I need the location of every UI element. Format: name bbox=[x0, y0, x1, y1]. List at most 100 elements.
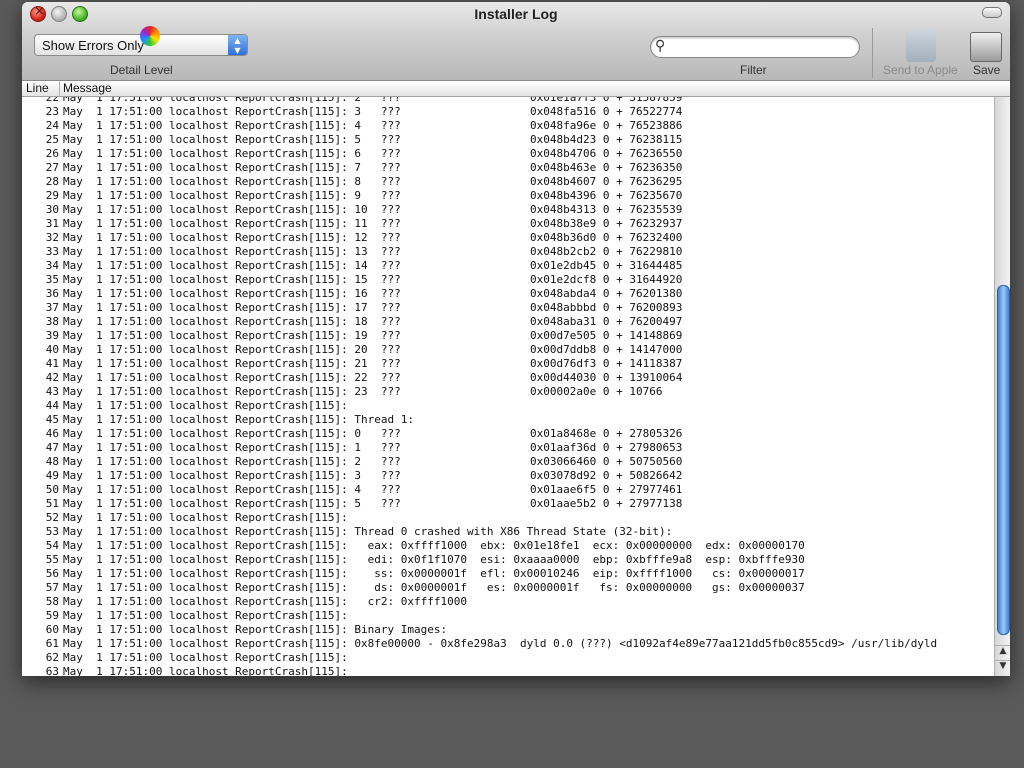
log-message: May 1 17:51:00 localhost ReportCrash[115… bbox=[63, 287, 401, 300]
log-message: May 1 17:51:00 localhost ReportCrash[115… bbox=[63, 581, 805, 594]
log-line-number: 57 bbox=[45, 581, 59, 594]
log-message: May 1 17:51:00 localhost ReportCrash[115… bbox=[63, 623, 448, 636]
log-line-number: 33 bbox=[45, 245, 59, 258]
toolbar-separator bbox=[872, 28, 873, 78]
log-message: May 1 17:51:00 localhost ReportCrash[115… bbox=[63, 203, 401, 216]
log-message: May 1 17:51:00 localhost ReportCrash[115… bbox=[63, 161, 401, 174]
scroll-thumb[interactable] bbox=[997, 285, 1010, 635]
log-address: 0x01aae6f5 0 + 27977461 bbox=[530, 483, 683, 496]
column-line-header[interactable]: Line bbox=[26, 81, 49, 95]
log-line-number: 50 bbox=[45, 483, 59, 496]
log-message: May 1 17:51:00 localhost ReportCrash[115… bbox=[63, 553, 805, 566]
log-message: May 1 17:51:00 localhost ReportCrash[115… bbox=[63, 511, 348, 524]
log-message: May 1 17:51:00 localhost ReportCrash[115… bbox=[63, 385, 401, 398]
log-message: May 1 17:51:00 localhost ReportCrash[115… bbox=[63, 469, 401, 482]
log-line-number: 58 bbox=[45, 595, 59, 608]
log-line-number: 52 bbox=[45, 511, 59, 524]
save-label[interactable]: Save bbox=[973, 63, 1000, 77]
log-address: 0x03066460 0 + 50750560 bbox=[530, 455, 683, 468]
send-to-apple-label[interactable]: Send to Apple bbox=[883, 63, 958, 77]
toolbar: Installer Log Show Errors Only ▲▼ Detail… bbox=[22, 2, 1010, 81]
log-message: May 1 17:51:00 localhost ReportCrash[115… bbox=[63, 329, 401, 342]
log-address: 0x048b36d0 0 + 76232400 bbox=[530, 231, 683, 244]
send-to-apple-icon[interactable] bbox=[906, 30, 936, 62]
filter-search-field[interactable]: ⚲ bbox=[650, 36, 860, 58]
column-header: Line Message bbox=[22, 81, 1010, 97]
log-line-number: 39 bbox=[45, 329, 59, 342]
log-line-number: 26 bbox=[45, 147, 59, 160]
log-line-number: 46 bbox=[45, 427, 59, 440]
log-message: May 1 17:51:00 localhost ReportCrash[115… bbox=[63, 525, 673, 538]
busy-spinner-icon bbox=[140, 26, 160, 46]
log-message: May 1 17:51:00 localhost ReportCrash[115… bbox=[63, 259, 401, 272]
log-address: 0x048fa96e 0 + 76523886 bbox=[530, 119, 683, 132]
log-address: 0x048b4396 0 + 76235670 bbox=[530, 189, 683, 202]
log-message: May 1 17:51:00 localhost ReportCrash[115… bbox=[63, 301, 401, 314]
log-line-number: 32 bbox=[45, 231, 59, 244]
log-line-number: 48 bbox=[45, 455, 59, 468]
log-message: May 1 17:51:00 localhost ReportCrash[115… bbox=[63, 371, 401, 384]
scroll-down-arrow-icon[interactable]: ▼ bbox=[995, 660, 1010, 675]
log-message: May 1 17:51:00 localhost ReportCrash[115… bbox=[63, 315, 401, 328]
log-line-number: 61 bbox=[45, 637, 59, 650]
log-address: 0x00d44030 0 + 13910064 bbox=[530, 371, 683, 384]
log-message: May 1 17:51:00 localhost ReportCrash[115… bbox=[63, 147, 401, 160]
log-address: 0x01e2dcf8 0 + 31644920 bbox=[530, 273, 683, 286]
log-message: May 1 17:51:00 localhost ReportCrash[115… bbox=[63, 441, 401, 454]
log-address: 0x01a8468e 0 + 27805326 bbox=[530, 427, 683, 440]
log-line-number: 24 bbox=[45, 119, 59, 132]
filter-input[interactable] bbox=[673, 39, 855, 56]
log-table[interactable]: 22 May 1 17:51:00 localhost ReportCrash[1… bbox=[22, 97, 994, 676]
log-line-number: 43 bbox=[45, 385, 59, 398]
log-message: May 1 17:51:00 localhost ReportCrash[115… bbox=[63, 119, 401, 132]
log-message: May 1 17:51:00 localhost ReportCrash[115… bbox=[63, 665, 348, 676]
scroll-up-arrow-icon[interactable]: ▲ bbox=[995, 645, 1010, 660]
window-title: Installer Log bbox=[474, 6, 558, 22]
search-icon: ⚲ bbox=[655, 38, 666, 54]
log-line-number: 47 bbox=[45, 441, 59, 454]
log-address: 0x048abda4 0 + 76201380 bbox=[530, 287, 683, 300]
log-address: 0x048b2cb2 0 + 76229810 bbox=[530, 245, 683, 258]
log-address: 0x00d7e505 0 + 14148869 bbox=[530, 329, 683, 342]
log-line-number: 27 bbox=[45, 161, 59, 174]
log-message: May 1 17:51:00 localhost ReportCrash[115… bbox=[63, 217, 401, 230]
log-address: 0x048b463e 0 + 76236350 bbox=[530, 161, 683, 174]
vertical-scrollbar[interactable]: ▲ ▼ bbox=[994, 97, 1010, 676]
log-message: May 1 17:51:00 localhost ReportCrash[115… bbox=[63, 427, 401, 440]
log-address: 0x048b4607 0 + 76236295 bbox=[530, 175, 683, 188]
log-line-number: 54 bbox=[45, 539, 59, 552]
filter-label: Filter bbox=[740, 63, 767, 77]
log-message: May 1 17:51:00 localhost ReportCrash[115… bbox=[63, 231, 401, 244]
log-line-number: 37 bbox=[45, 301, 59, 314]
log-line-number: 62 bbox=[45, 651, 59, 664]
log-address: 0x00d76df3 0 + 14118387 bbox=[530, 357, 683, 370]
detail-level-label: Detail Level bbox=[110, 63, 173, 77]
toolbar-toggle-button[interactable] bbox=[982, 7, 1002, 18]
log-message: May 1 17:51:00 localhost ReportCrash[115… bbox=[63, 651, 348, 664]
column-message-header[interactable]: Message bbox=[63, 81, 112, 95]
log-message: May 1 17:51:00 localhost ReportCrash[115… bbox=[63, 133, 401, 146]
log-address: 0x01e1a7f3 0 + 31587859 bbox=[530, 97, 683, 104]
log-line-number: 34 bbox=[45, 259, 59, 272]
log-address: 0x01aaf36d 0 + 27980653 bbox=[530, 441, 683, 454]
log-message: May 1 17:51:00 localhost ReportCrash[115… bbox=[63, 595, 467, 608]
log-address: 0x048b4d23 0 + 76238115 bbox=[530, 133, 683, 146]
column-divider bbox=[59, 81, 60, 96]
log-line-number: 53 bbox=[45, 525, 59, 538]
log-message: May 1 17:51:00 localhost ReportCrash[115… bbox=[63, 637, 938, 650]
log-address: 0x048aba31 0 + 76200497 bbox=[530, 315, 683, 328]
log-line-number: 36 bbox=[45, 287, 59, 300]
log-message: May 1 17:51:00 localhost ReportCrash[115… bbox=[63, 413, 414, 426]
log-line-number: 35 bbox=[45, 273, 59, 286]
detail-level-value: Show Errors Only bbox=[42, 38, 144, 53]
save-disk-icon[interactable] bbox=[970, 32, 1002, 62]
log-message: May 1 17:51:00 localhost ReportCrash[115… bbox=[63, 609, 348, 622]
log-message: May 1 17:51:00 localhost ReportCrash[115… bbox=[63, 175, 401, 188]
log-message: May 1 17:51:00 localhost ReportCrash[115… bbox=[63, 97, 401, 104]
log-line-number: 22 bbox=[45, 97, 59, 104]
log-message: May 1 17:51:00 localhost ReportCrash[115… bbox=[63, 189, 401, 202]
log-message: May 1 17:51:00 localhost ReportCrash[115… bbox=[63, 343, 401, 356]
log-address: 0x048fa516 0 + 76522774 bbox=[530, 105, 683, 118]
log-line-number: 28 bbox=[45, 175, 59, 188]
log-line-number: 59 bbox=[45, 609, 59, 622]
